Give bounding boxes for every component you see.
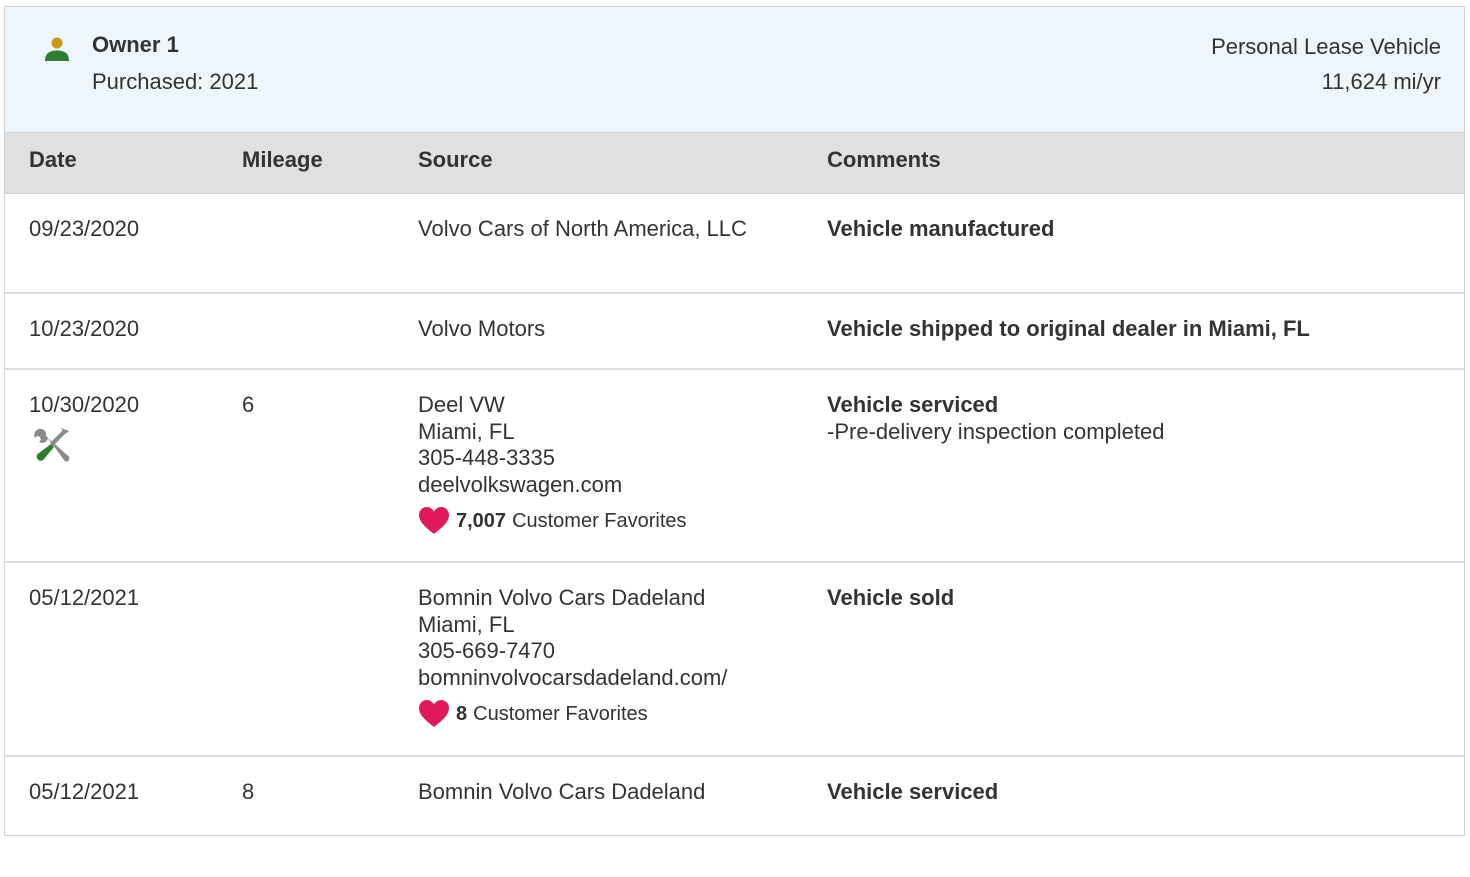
table-row: 05/12/2021 Bomnin Volvo Cars Dadeland Mi… — [5, 563, 1464, 757]
row-comments: Vehicle shipped to original dealer in Mi… — [827, 316, 1310, 343]
owner-miles-per-year: 11,624 mi/yr — [1321, 69, 1441, 94]
source-location: Miami, FL — [418, 418, 515, 444]
column-header-source: Source — [418, 147, 493, 172]
row-mileage: 8 — [242, 779, 255, 804]
vehicle-history-card: Owner 1 Purchased: 2021 Personal Lease V… — [4, 6, 1465, 836]
owner-title: Owner 1 — [92, 32, 179, 57]
comment-title: Vehicle shipped to original dealer in Mi… — [827, 316, 1310, 341]
source-phone[interactable]: 305-669-7470 — [418, 638, 727, 665]
comment-title: Vehicle serviced — [827, 779, 999, 804]
row-date: 05/12/2021 — [29, 585, 140, 610]
comment-detail: -Pre-delivery inspection completed — [827, 418, 1165, 444]
owner-header: Owner 1 Purchased: 2021 Personal Lease V… — [5, 7, 1464, 133]
column-header-mileage: Mileage — [242, 147, 323, 172]
source-website[interactable]: bomninvolvocarsdadeland.com/ — [418, 665, 727, 692]
source-website[interactable]: deelvolkswagen.com — [418, 472, 687, 499]
row-date: 09/23/2020 — [29, 216, 140, 241]
source-name: Bomnin Volvo Cars Dadeland — [418, 585, 706, 610]
row-source: Bomnin Volvo Cars Dadeland — [418, 779, 705, 806]
source-phone[interactable]: 305-448-3335 — [418, 445, 687, 472]
wrench-screwdriver-icon — [34, 427, 70, 461]
source-name: Bomnin Volvo Cars Dadeland — [418, 779, 706, 804]
row-source: Deel VW Miami, FL 305-448-3335 deelvolks… — [418, 392, 687, 536]
row-comments: Vehicle serviced — [827, 779, 998, 806]
comment-title: Vehicle manufactured — [827, 216, 1055, 241]
owner-purchased: Purchased: 2021 — [92, 69, 259, 94]
row-comments: Vehicle manufactured — [827, 216, 1054, 243]
customer-favorites: 8 Customer Favorites — [418, 699, 727, 729]
table-row: 10/30/2020 6 Deel VW Miami, FL 305-448-3… — [5, 370, 1464, 563]
table-header: Date Mileage Source Comments — [5, 133, 1464, 194]
row-comments: Vehicle sold — [827, 585, 954, 612]
row-date-text: 10/30/2020 — [29, 392, 140, 417]
row-date: 10/23/2020 — [29, 316, 140, 341]
comment-title: Vehicle sold — [827, 585, 955, 610]
favorites-label: Customer Favorites — [473, 702, 648, 725]
row-source: Volvo Motors — [418, 316, 545, 343]
table-row: 05/12/2021 8 Bomnin Volvo Cars Dadeland … — [5, 757, 1464, 877]
source-name: Deel VW — [418, 392, 505, 417]
row-date: 05/12/2021 — [29, 779, 140, 804]
favorites-count: 7,007 — [456, 509, 507, 532]
row-date: 10/30/2020 — [29, 392, 139, 467]
table-row: 10/23/2020 Volvo Motors Vehicle shipped … — [5, 294, 1464, 370]
source-location: Miami, FL — [418, 611, 515, 637]
heart-icon — [419, 507, 449, 534]
comment-title: Vehicle serviced — [827, 392, 999, 417]
heart-icon — [419, 700, 449, 727]
favorites-count: 8 — [456, 702, 468, 725]
customer-favorites: 7,007 Customer Favorites — [418, 506, 687, 536]
source-name: Volvo Motors — [418, 316, 546, 341]
owner-type: Personal Lease Vehicle — [1211, 34, 1441, 59]
column-header-comments: Comments — [827, 147, 941, 172]
favorites-label: Customer Favorites — [512, 509, 687, 532]
person-icon — [45, 37, 69, 61]
row-source: Bomnin Volvo Cars Dadeland Miami, FL 305… — [418, 585, 727, 729]
column-header-date: Date — [29, 147, 77, 172]
row-mileage: 6 — [242, 392, 255, 417]
row-source: Volvo Cars of North America, LLC — [418, 216, 747, 243]
table-row: 09/23/2020 Volvo Cars of North America, … — [5, 194, 1464, 294]
row-comments: Vehicle serviced -Pre-delivery inspectio… — [827, 392, 1165, 445]
source-name: Volvo Cars of North America, LLC — [418, 216, 747, 241]
